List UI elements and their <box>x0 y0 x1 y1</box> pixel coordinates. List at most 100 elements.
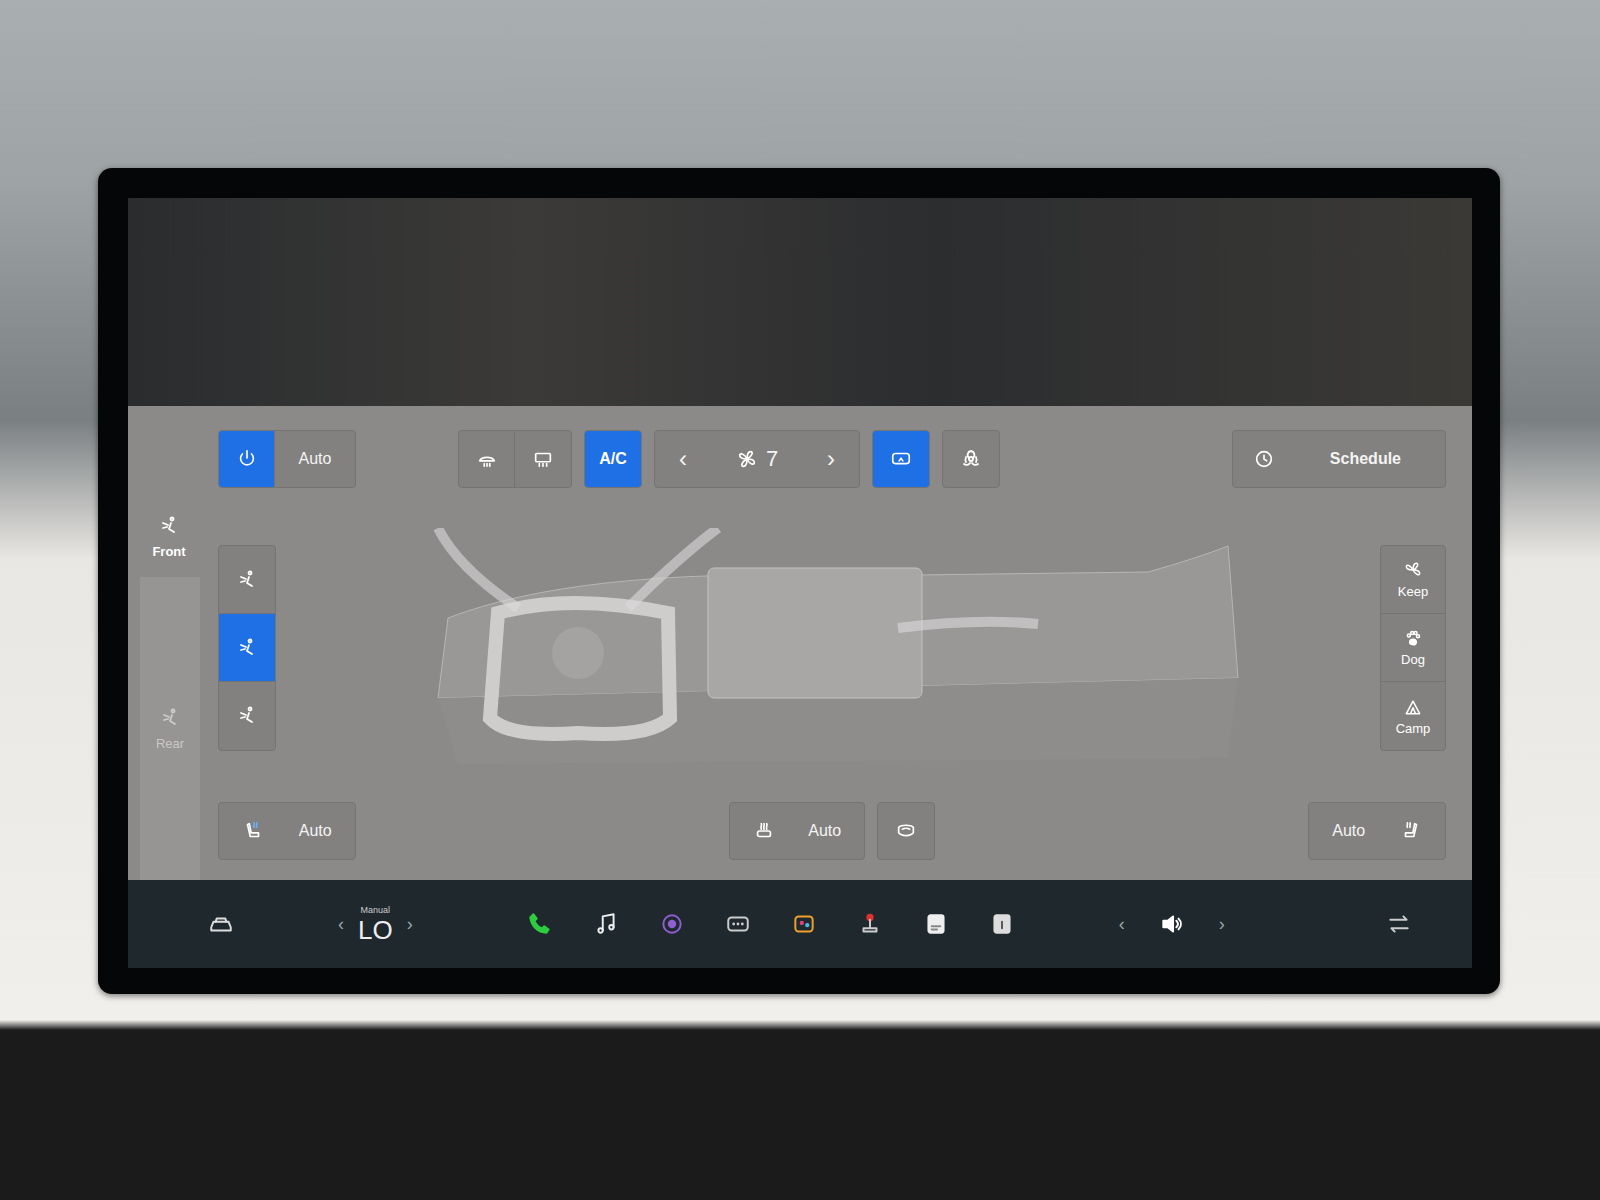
paw-icon <box>1403 628 1423 648</box>
fan-speed: 7 <box>711 431 803 487</box>
vent-mode-button[interactable] <box>219 546 275 614</box>
fan-decrease-button[interactable]: ‹ <box>655 431 711 487</box>
steering-wheel-icon <box>895 820 917 842</box>
fan-group: ‹ 7 › <box>654 430 860 488</box>
volume-down[interactable]: ‹ <box>1105 914 1139 935</box>
joystick-button[interactable] <box>837 911 903 937</box>
music-button[interactable] <box>573 911 639 937</box>
mode-label: Dog <box>1401 652 1425 667</box>
vent-icon <box>158 706 182 730</box>
seat-heat-icon <box>1400 820 1422 842</box>
vent-mode-button[interactable] <box>219 614 275 682</box>
vent-mode-selector <box>218 545 276 751</box>
airflow-area: Keep Dog Camp <box>218 488 1446 802</box>
fan-next: › <box>827 445 835 473</box>
front-defrost-icon <box>476 448 498 470</box>
volume-up[interactable]: › <box>1205 914 1239 935</box>
biohazard-icon <box>959 447 983 471</box>
camera-button[interactable] <box>639 911 705 937</box>
airflow-icon <box>235 704 259 728</box>
climate-mode-button[interactable]: Keep <box>1381 546 1445 614</box>
vent-mode-button[interactable] <box>219 682 275 750</box>
bioweapon-group <box>942 430 1000 488</box>
swap-button[interactable] <box>1366 911 1432 937</box>
wheel-heat-button[interactable]: Auto <box>730 803 864 859</box>
ac-button[interactable]: A/C <box>585 431 641 487</box>
taskbar: ‹ManualLO›‹› <box>128 880 1472 968</box>
rear-defrost-button[interactable] <box>515 431 571 487</box>
passenger-seat-label: Auto <box>1332 822 1365 840</box>
temp-up[interactable]: › <box>393 914 427 935</box>
climate-controls: AutoA/C‹7›ScheduleKeepDogCampAutoAutoAut… <box>210 406 1472 880</box>
apps-button[interactable] <box>771 911 837 937</box>
climate-panel: Front Rear Auto A/C ‹ 7 › Schedule Keep Dog Camp Au… <box>128 406 1472 880</box>
calendar-icon <box>923 911 949 937</box>
power-group: Auto <box>218 430 356 488</box>
recirculate-icon <box>890 448 912 470</box>
fan-icon <box>1403 560 1423 580</box>
car-icon <box>208 911 234 937</box>
temp-value: LO <box>358 917 393 943</box>
passenger-seat-group: Auto <box>1308 802 1446 860</box>
tent-icon <box>1403 697 1423 717</box>
rear-defrost-icon <box>532 448 554 470</box>
steering-wheel-button[interactable] <box>878 803 934 859</box>
temp-down[interactable]: ‹ <box>324 914 358 935</box>
bioweapon-button[interactable] <box>943 431 999 487</box>
wheel-group <box>877 802 935 860</box>
power-button[interactable] <box>219 431 275 487</box>
map-view[interactable] <box>128 198 1472 406</box>
volume-icon <box>1159 911 1185 937</box>
zone-label: Front <box>152 544 185 559</box>
zone-selector: Front Rear <box>128 406 210 880</box>
driver-seat-heat-button[interactable]: Auto <box>219 803 355 859</box>
schedule-button[interactable]: Schedule <box>1233 431 1445 487</box>
vent-icon <box>157 514 181 538</box>
mode-label: Camp <box>1396 721 1431 736</box>
power-icon <box>236 448 258 470</box>
manual-button[interactable] <box>969 911 1035 937</box>
zone-tab[interactable]: Front <box>128 506 210 567</box>
joystick-icon <box>857 911 883 937</box>
climate-mode-selector: Keep Dog Camp <box>1380 545 1446 751</box>
steering-heat-icon <box>753 820 775 842</box>
car-button[interactable] <box>188 911 254 937</box>
more-button[interactable] <box>705 911 771 937</box>
schedule-label: Schedule <box>1330 450 1401 468</box>
recirculate-group <box>872 430 930 488</box>
calendar-button[interactable] <box>903 911 969 937</box>
apps-icon <box>791 911 817 937</box>
phone-button[interactable] <box>507 911 573 937</box>
recirculate-button[interactable] <box>873 431 929 487</box>
zone-tab[interactable]: Rear <box>140 577 200 880</box>
mode-label: Keep <box>1398 584 1428 599</box>
schedule-group: Schedule <box>1232 430 1446 488</box>
cabin-temperature[interactable]: ManualLO <box>358 906 393 943</box>
airflow-icon <box>235 568 259 592</box>
defrost-group <box>458 430 572 488</box>
front-defrost-button[interactable] <box>459 431 515 487</box>
passenger-seat-heat-button[interactable]: Auto <box>1309 803 1445 859</box>
airflow-icon <box>235 636 259 660</box>
wheel-label: Auto <box>808 822 841 840</box>
driver-seat-group: Auto <box>218 802 356 860</box>
zone-label: Rear <box>156 736 184 751</box>
bottom-controls: Auto Auto Auto <box>218 802 1446 860</box>
cabin-illustration <box>276 528 1380 768</box>
ac-label: A/C <box>599 450 627 468</box>
touchscreen: Front Rear Auto A/C ‹ 7 › Schedule Keep Dog Camp Au… <box>98 168 1500 994</box>
volume-button[interactable] <box>1139 911 1205 937</box>
fan-speed-value: 7 <box>766 446 778 472</box>
driver-seat-label: Auto <box>299 822 332 840</box>
camera-icon <box>659 911 685 937</box>
auto-button[interactable]: Auto <box>275 431 355 487</box>
top-controls: Auto A/C ‹ 7 › Schedule <box>218 430 1446 488</box>
clock-icon <box>1253 448 1275 470</box>
fan-increase-button[interactable]: › <box>803 431 859 487</box>
swap-icon <box>1386 911 1412 937</box>
manual-icon <box>989 911 1015 937</box>
auto-label: Auto <box>299 450 332 468</box>
climate-mode-button[interactable]: Dog <box>1381 614 1445 682</box>
fan-icon <box>736 448 758 470</box>
climate-mode-button[interactable]: Camp <box>1381 682 1445 750</box>
